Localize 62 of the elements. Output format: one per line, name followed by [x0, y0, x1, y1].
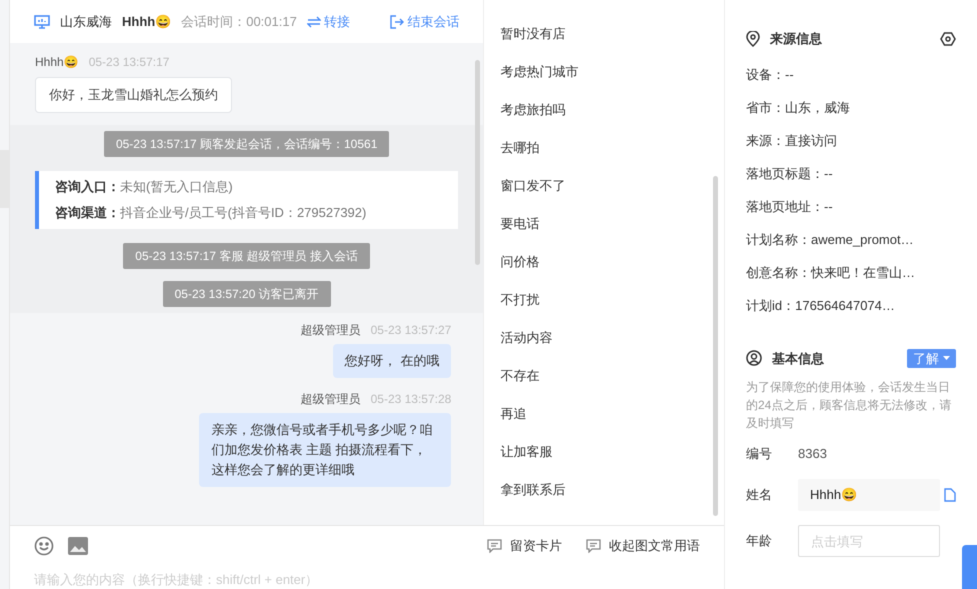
quick-reply-item[interactable]: 不打扰	[500, 281, 708, 319]
toolbar-button[interactable]: 留资卡片	[487, 536, 562, 556]
quick-reply-item[interactable]: 不存在	[500, 357, 708, 395]
quick-reply-item[interactable]: 窗口发不了	[500, 167, 708, 205]
message-time: 05-23 13:57:28	[370, 390, 452, 408]
exit-icon	[390, 14, 404, 28]
info-label: 咨询入口：	[55, 178, 120, 196]
info-value: 抖音企业号/员工号(抖音号ID：279527392)	[120, 204, 366, 222]
source-info-row-text: 设备：--	[746, 66, 795, 84]
source-info-row-text: 计划名称：aweme_promot…	[746, 231, 915, 250]
agent-message: 亲亲，您微信号或者手机号多少呢？咱们加您发价格表 主题 拍摄流程看下，这样您会了解的更详细哦	[199, 412, 452, 486]
info-value: 未知(暂无入口信息)	[120, 178, 233, 196]
session-timer: 00:01:17	[246, 12, 297, 31]
notice-text: 为了保障您的使用体验，会话发生当日的24点之后，顾客信息将无法修改，请及时填写	[746, 379, 952, 432]
field-label: 年龄	[746, 532, 773, 550]
location-pin-icon	[746, 30, 760, 47]
quick-reply-item[interactable]: 暂时没有店	[500, 15, 708, 53]
info-label: 咨询渠道：	[55, 204, 120, 222]
swap-icon	[306, 16, 321, 28]
field-label: 姓名	[746, 486, 773, 504]
system-notice: 05-23 13:57:20 访客已离开	[162, 280, 331, 306]
emoji-icon[interactable]	[34, 536, 54, 556]
image-icon[interactable]	[68, 536, 88, 554]
source-info-row-text: 创意名称：快来吧！在雪山…	[746, 264, 916, 282]
quick-reply-item[interactable]: 拿到联系后	[500, 471, 708, 509]
section-title: 来源信息	[770, 30, 822, 48]
quick-reply-item[interactable]: 活动内容	[500, 319, 708, 357]
toolbar-button[interactable]: 收起图文常用语	[586, 536, 700, 556]
source-info-row-text: 计划id：176564647074…	[746, 297, 896, 316]
sender-name: Hhhh😄	[35, 54, 79, 71]
sender-name: 超级管理员	[300, 390, 361, 408]
quick-reply-item[interactable]: 考虑热门城市	[500, 53, 708, 91]
message-time: 05-23 13:57:17	[88, 54, 170, 71]
visitor-name: Hhhh😄	[122, 12, 172, 31]
system-notice: 05-23 13:57:17 客服 超级管理员 接入会话	[123, 242, 370, 268]
field-value: 8363	[798, 445, 827, 464]
source-info-row-text: 落地页地址：--	[746, 198, 834, 216]
visitor-location: 山东威海	[60, 12, 112, 31]
visitor-message: 你好，玉龙雪山婚礼怎么预约	[35, 77, 232, 112]
source-info-row-text: 来源：直接访问	[746, 132, 838, 150]
timer-label: 会话时间：	[181, 12, 246, 31]
source-info-row-text: 省市：山东，威海	[746, 99, 851, 118]
source-info-row-text: 落地页标题：--	[746, 165, 834, 184]
sender-name: 超级管理员	[300, 322, 361, 338]
section-title: 基本信息	[772, 350, 824, 368]
caret-icon	[943, 356, 950, 360]
field-label: 编号	[746, 445, 773, 464]
quick-reply-item[interactable]: 要电话	[500, 205, 708, 243]
user-icon	[746, 350, 762, 366]
message-icon	[586, 538, 601, 552]
quick-reply-item[interactable]: 问价格	[500, 243, 708, 281]
quick-reply-item[interactable]: 再追	[500, 395, 708, 433]
agent-message: 您好呀， 在的哦	[332, 344, 452, 378]
monitor-icon	[34, 14, 50, 28]
settings-icon[interactable]	[940, 32, 956, 46]
quick-reply-item[interactable]: 去哪拍	[500, 129, 708, 167]
system-notice: 05-23 13:57:17 顾客发起会话，会话编号：10561	[104, 130, 390, 156]
message-icon	[487, 538, 502, 552]
quick-reply-item[interactable]: 考虑旅拍吗	[500, 91, 708, 129]
message-time: 05-23 13:57:27	[370, 322, 452, 338]
copy-icon[interactable]	[944, 488, 956, 502]
quick-reply-item[interactable]: 让加客服	[500, 433, 708, 471]
